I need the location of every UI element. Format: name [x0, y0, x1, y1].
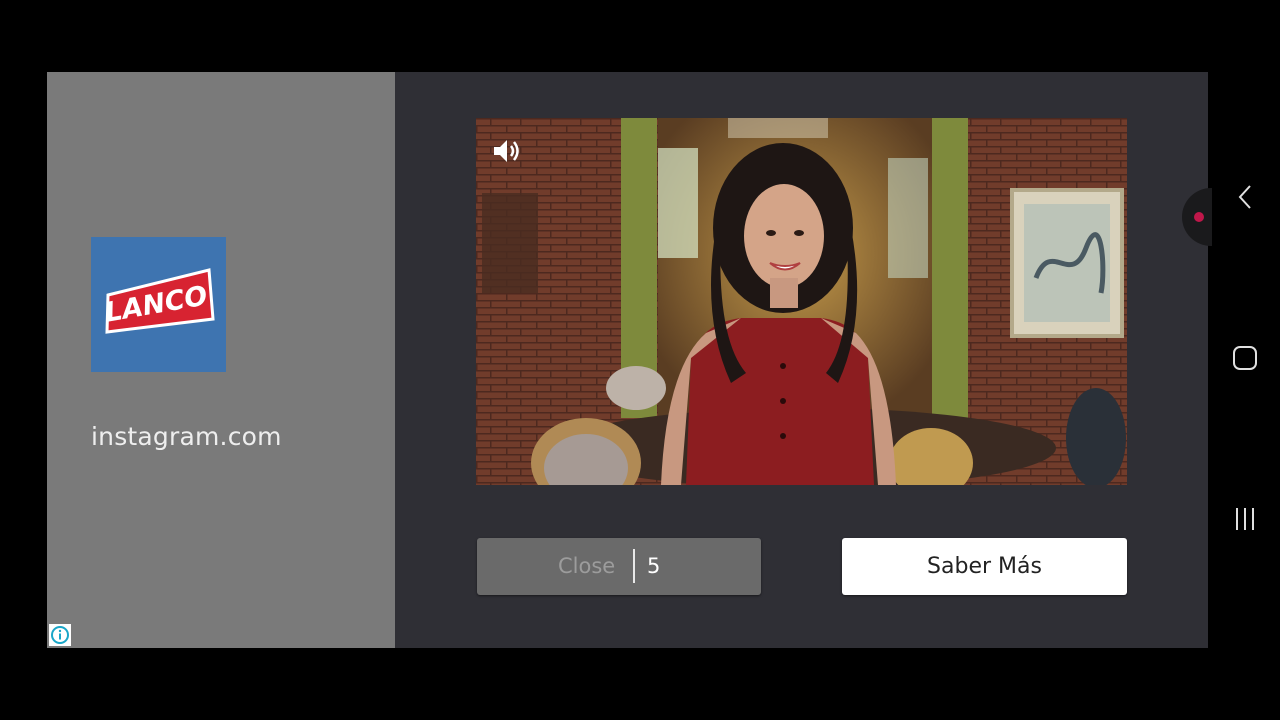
close-button[interactable]: Close 5: [477, 538, 761, 595]
video-frame: [476, 118, 1127, 485]
three-bars-icon[interactable]: [1230, 504, 1260, 534]
advertiser-domain[interactable]: instagram.com: [91, 422, 282, 451]
close-divider: [633, 549, 635, 583]
volume-icon[interactable]: [490, 136, 524, 166]
creative-panel: Close 5 Saber Más: [395, 72, 1208, 648]
advertiser-logo[interactable]: LANCO: [91, 237, 226, 372]
chevron-left-icon[interactable]: [1230, 182, 1260, 212]
device-screen: LANCO instagram.com Close 5 Saber Más: [0, 0, 1280, 720]
system-navigation-bar: [1182, 0, 1280, 720]
lanco-logo-graphic: LANCO: [103, 268, 215, 334]
interstitial-ad: LANCO instagram.com Close 5 Saber Más: [47, 72, 1208, 648]
rounded-square-icon[interactable]: [1230, 343, 1260, 373]
edge-indicator-dot: [1194, 212, 1204, 222]
saber-mas-button[interactable]: Saber Más: [842, 538, 1127, 595]
advertiser-panel: LANCO instagram.com: [47, 72, 395, 648]
ad-video-player[interactable]: [476, 118, 1127, 485]
close-countdown: 5: [647, 554, 661, 578]
close-label: Close: [558, 554, 616, 578]
ad-info-icon[interactable]: [49, 624, 71, 646]
